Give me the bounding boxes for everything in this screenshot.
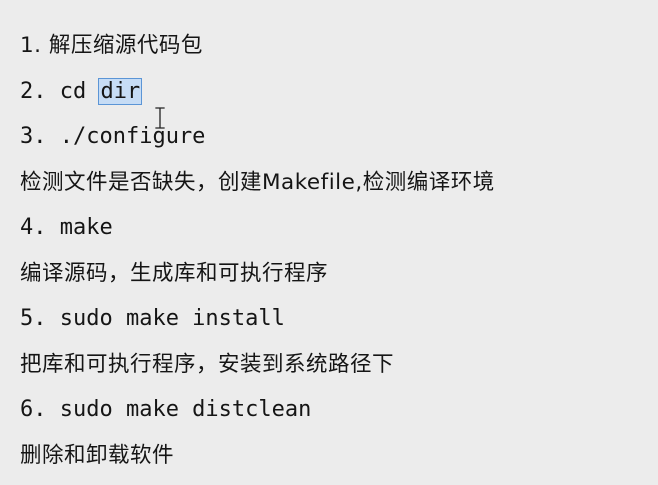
step-3-description: 检测文件是否缺失，创建Makefile,检测编译环境 <box>20 167 658 213</box>
selected-text-dir[interactable]: dir <box>99 79 141 104</box>
step-4-description: 编译源码，生成库和可执行程序 <box>20 258 658 304</box>
step-5-line: 5. sudo make install <box>20 303 658 349</box>
text-document: 1. 解压缩源代码包 2. cd dir 3. ./configure 检测文件… <box>0 0 658 484</box>
step-3-line: 3. ./configure <box>20 121 658 167</box>
step-4-line: 4. make <box>20 212 658 258</box>
step-1-line: 1. 解压缩源代码包 <box>20 30 658 76</box>
step-6-line: 6. sudo make distclean <box>20 394 658 440</box>
step-2-prefix: 2. cd <box>20 79 99 104</box>
step-2-line: 2. cd dir <box>20 76 658 122</box>
step-6-description: 删除和卸载软件 <box>20 440 658 485</box>
step-5-description: 把库和可执行程序，安装到系统路径下 <box>20 349 658 395</box>
text-ibeam-cursor-icon <box>155 107 165 129</box>
